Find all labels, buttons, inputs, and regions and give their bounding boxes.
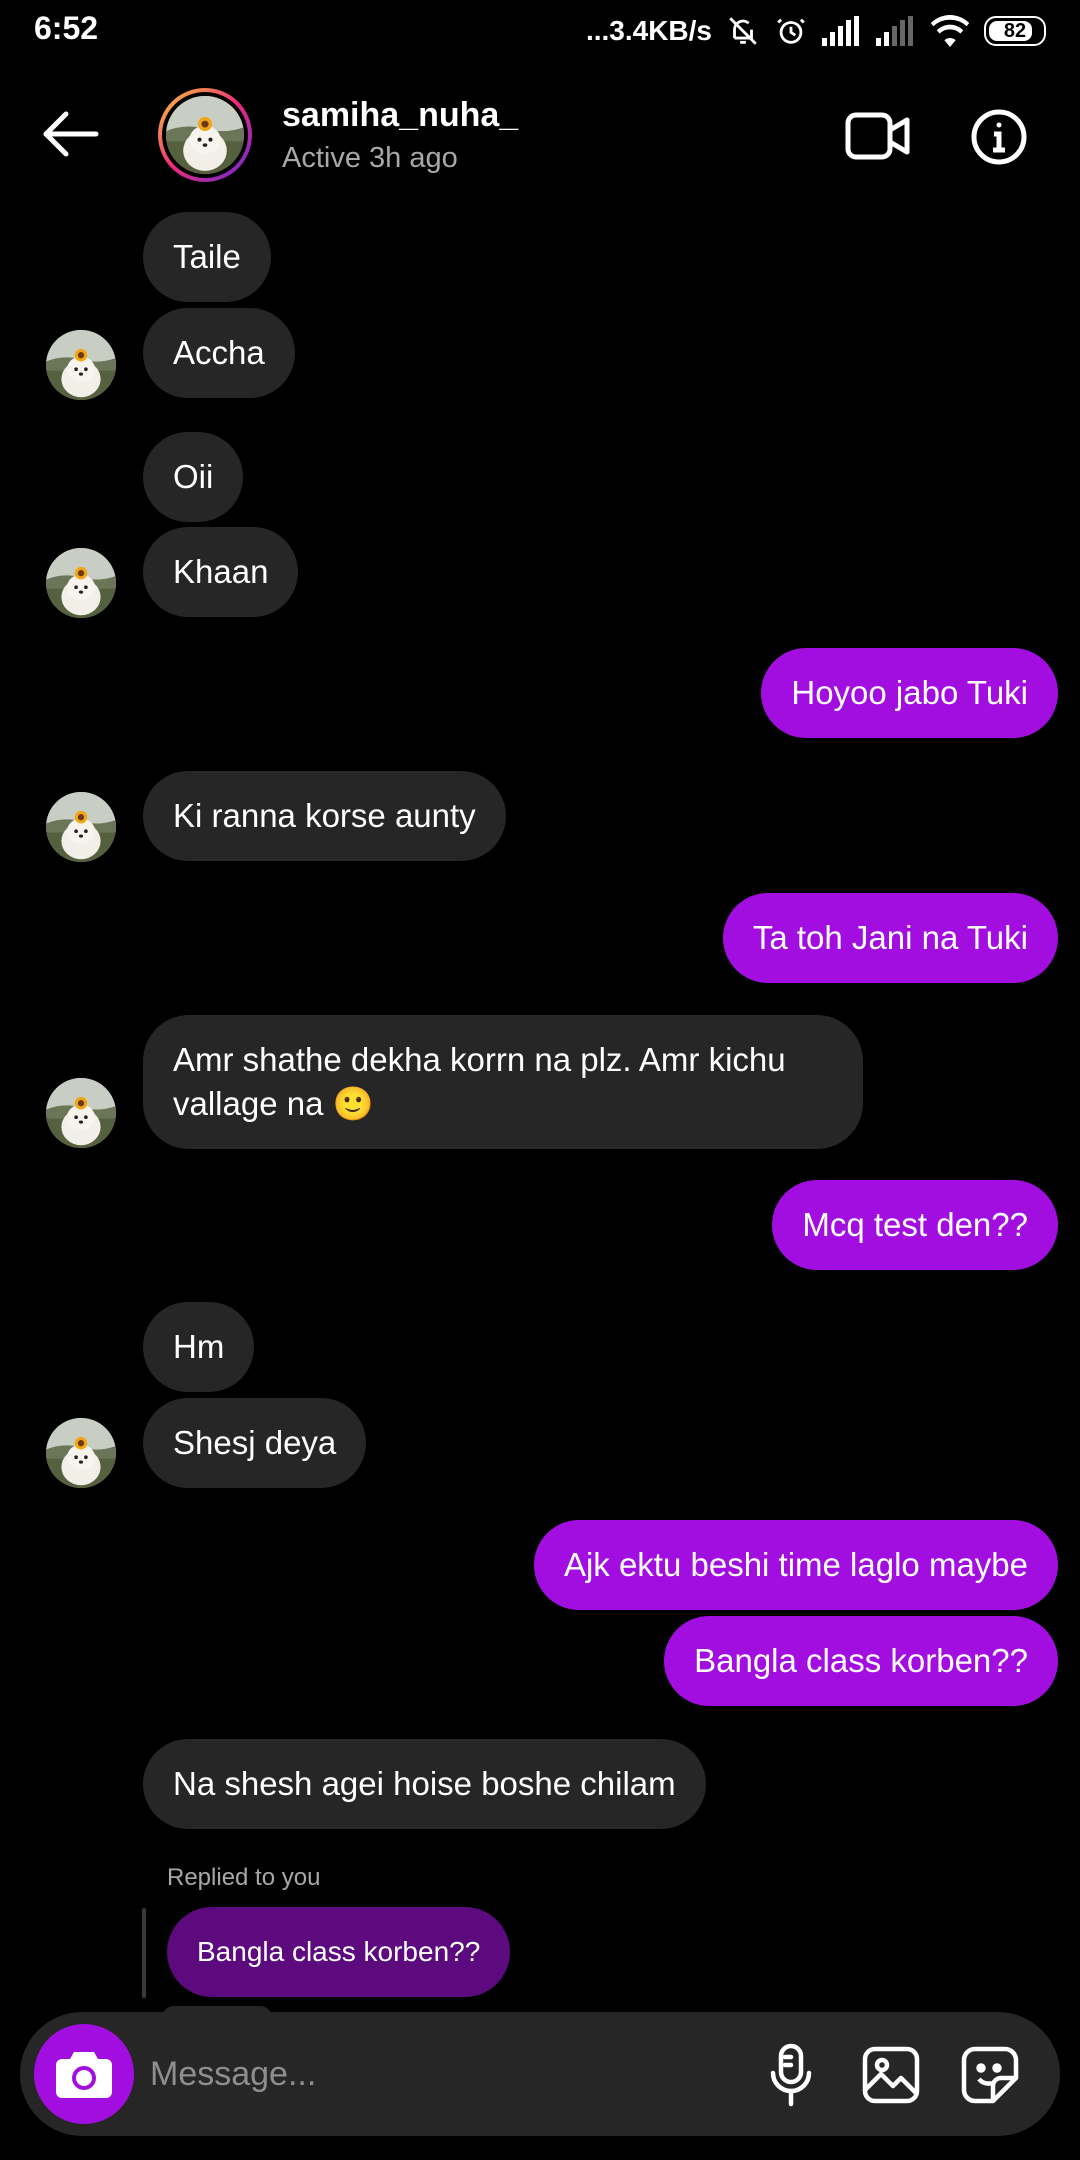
status-icons: ...3.4KB/s 82	[586, 10, 1046, 52]
chat-header: samiha_nuha_ Active 3h ago	[0, 62, 1080, 212]
message-bubble[interactable]: Amr shathe dekha korrn na plz. Amr kichu…	[143, 1015, 863, 1149]
sender-avatar[interactable]	[46, 548, 116, 618]
profile-avatar[interactable]	[158, 88, 252, 182]
message-bubble[interactable]: Taile	[143, 212, 271, 302]
chat-username[interactable]: samiha_nuha_	[282, 96, 518, 135]
avatar-image	[46, 548, 116, 618]
quoted-message[interactable]: Bangla class korben??	[167, 1907, 511, 1997]
gallery-button[interactable]	[856, 2040, 926, 2110]
sender-avatar[interactable]	[46, 792, 116, 862]
message-bubble[interactable]: Ajk ektu beshi time laglo maybe	[533, 1520, 1058, 1610]
microphone-button[interactable]	[756, 2040, 826, 2110]
message-bubble[interactable]: Bangla class korben??	[664, 1616, 1058, 1706]
avatar-image	[166, 96, 244, 174]
battery-level: 82	[1003, 19, 1027, 42]
sender-avatar[interactable]	[46, 1418, 116, 1488]
message-bubble[interactable]: Mcq test den??	[772, 1180, 1058, 1270]
mute-icon	[726, 14, 760, 48]
avatar-image	[46, 330, 116, 400]
microphone-icon	[770, 2043, 812, 2107]
message-bubble[interactable]: Hm	[143, 1302, 255, 1392]
back-arrow-icon	[43, 111, 99, 157]
avatar-image	[46, 1418, 116, 1488]
active-status: Active 3h ago	[282, 142, 458, 174]
avatar-image	[46, 792, 116, 862]
sticker-button[interactable]	[955, 2040, 1025, 2110]
info-button[interactable]	[970, 108, 1028, 166]
reply-indicator-line	[142, 1908, 146, 1998]
alarm-icon	[774, 14, 808, 48]
message-bubble[interactable]: Khaan	[143, 527, 299, 617]
sender-avatar[interactable]	[46, 1078, 116, 1148]
back-button[interactable]	[36, 104, 106, 164]
message-bubble[interactable]: Ta toh Jani na Tuki	[722, 893, 1058, 983]
camera-button[interactable]	[34, 2024, 134, 2124]
gallery-icon	[862, 2046, 920, 2104]
info-icon	[971, 109, 1027, 165]
status-bar: 6:52 ...3.4KB/s 82	[0, 0, 1080, 62]
wifi-icon	[930, 15, 970, 47]
sticker-icon	[961, 2046, 1019, 2104]
message-bubble[interactable]: Shesj deya	[143, 1398, 367, 1488]
sender-avatar[interactable]	[46, 330, 116, 400]
message-bubble[interactable]: Na shesh agei hoise boshe chilam	[143, 1739, 706, 1829]
camera-icon	[56, 2052, 112, 2098]
battery-icon: 82	[984, 16, 1046, 46]
message-input[interactable]	[150, 2032, 730, 2116]
signal-weak-icon	[876, 16, 916, 46]
avatar-image	[46, 1078, 116, 1148]
network-speed: ...3.4KB/s	[585, 15, 712, 46]
message-composer	[20, 2012, 1060, 2136]
video-call-icon	[845, 112, 910, 160]
message-bubble[interactable]: Accha	[143, 308, 295, 398]
message-bubble[interactable]: Ki ranna korse aunty	[143, 771, 506, 861]
message-bubble[interactable]: Oii	[143, 432, 244, 522]
signal-icon	[822, 16, 862, 46]
status-time: 6:52	[34, 10, 99, 46]
reply-label: Replied to you	[167, 1864, 321, 1891]
message-bubble[interactable]: Hoyoo jabo Tuki	[761, 648, 1058, 738]
video-call-button[interactable]	[845, 110, 911, 162]
